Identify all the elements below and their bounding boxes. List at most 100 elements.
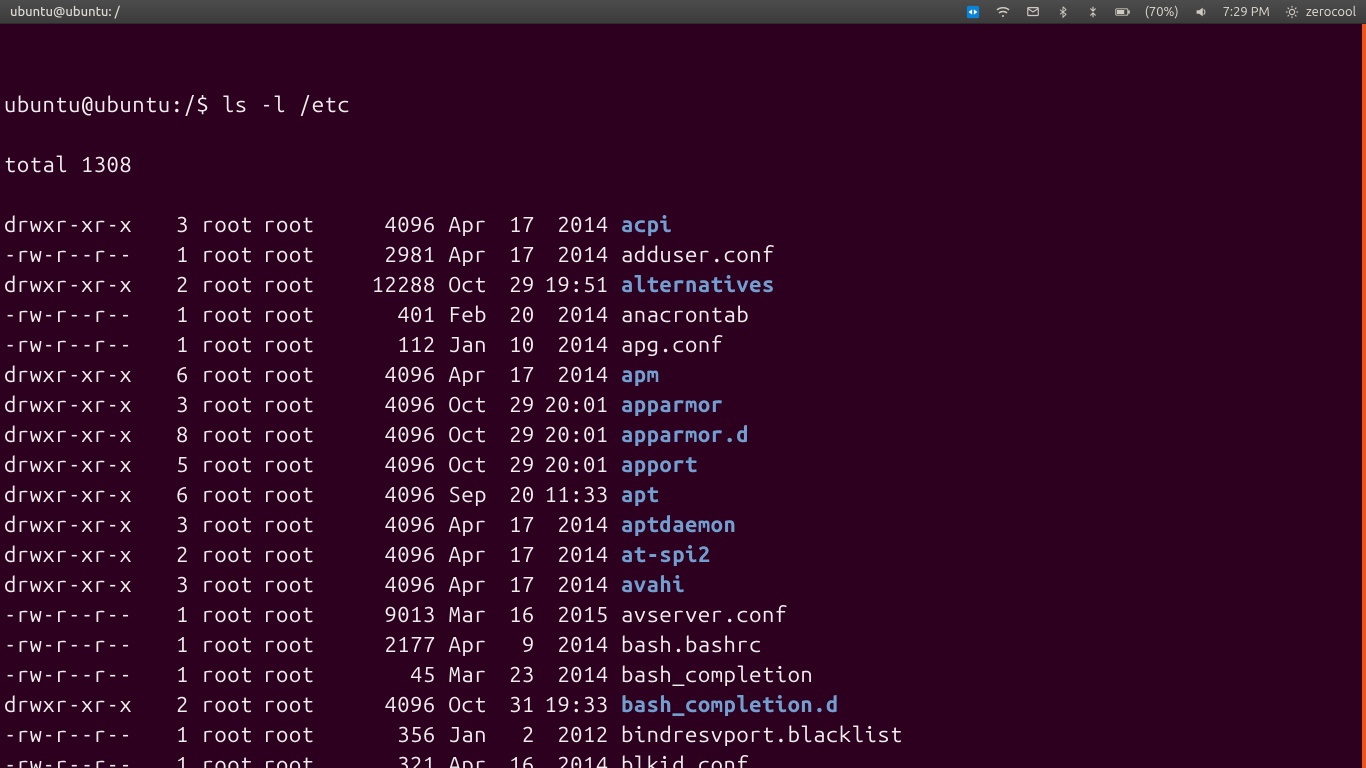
month: Oct <box>449 390 498 420</box>
owner: root <box>202 330 264 360</box>
size: 356 <box>325 720 436 750</box>
scrollbar[interactable] <box>1362 24 1366 768</box>
list-row: -rw-r--r--1 rootroot9013 Mar162015avserv… <box>4 600 1362 630</box>
day: 17 <box>498 540 535 570</box>
nlink: 1 <box>152 660 189 690</box>
size: 4096 <box>325 390 436 420</box>
gear-icon <box>1284 4 1300 20</box>
day: 29 <box>498 270 535 300</box>
owner: root <box>202 210 264 240</box>
owner: root <box>202 240 264 270</box>
day: 16 <box>498 750 535 768</box>
time: 11:33 <box>535 480 609 510</box>
day: 17 <box>498 360 535 390</box>
owner: root <box>202 390 264 420</box>
terminal[interactable]: ubuntu@ubuntu:/$ ls -l /etc total 1308 d… <box>0 24 1366 768</box>
perm: drwxr-xr-x <box>4 420 152 450</box>
nlink: 3 <box>152 510 189 540</box>
list-row: drwxr-xr-x5 rootroot4096 Oct2920:01appor… <box>4 450 1362 480</box>
time: 2014 <box>535 210 609 240</box>
time: 2014 <box>535 240 609 270</box>
month: Oct <box>449 690 498 720</box>
month: Oct <box>449 420 498 450</box>
size: 12288 <box>325 270 436 300</box>
entry-name: avahi <box>609 570 685 600</box>
teamviewer-icon[interactable] <box>965 4 981 20</box>
list-row: drwxr-xr-x3 rootroot4096 Oct2920:01appar… <box>4 390 1362 420</box>
month: Apr <box>449 570 498 600</box>
time: 19:33 <box>535 690 609 720</box>
month: Oct <box>449 450 498 480</box>
perm: drwxr-xr-x <box>4 450 152 480</box>
day: 29 <box>498 420 535 450</box>
group: root <box>263 480 325 510</box>
day: 2 <box>498 720 535 750</box>
time: 19:51 <box>535 270 609 300</box>
size: 4096 <box>325 360 436 390</box>
prompt-userhost: ubuntu@ubuntu <box>4 92 171 117</box>
nlink: 2 <box>152 540 189 570</box>
entry-name: bindresvport.blacklist <box>609 720 903 750</box>
prompt-path: / <box>184 92 197 117</box>
entry-name: adduser.conf <box>609 240 775 270</box>
day: 17 <box>498 510 535 540</box>
entry-name: aptdaemon <box>609 510 737 540</box>
wifi-icon[interactable] <box>995 4 1011 20</box>
entry-name: bash_completion.d <box>609 690 839 720</box>
clock[interactable]: 7:29 PM <box>1223 5 1270 19</box>
time: 2014 <box>535 750 609 768</box>
group: root <box>263 510 325 540</box>
entry-name: apg.conf <box>609 330 724 360</box>
system-tray: (70%) 7:29 PM zerocool <box>965 4 1360 20</box>
perm: drwxr-xr-x <box>4 270 152 300</box>
day: 9 <box>498 630 535 660</box>
list-row: drwxr-xr-x2 rootroot12288 Oct2919:51alte… <box>4 270 1362 300</box>
session-menu[interactable]: zerocool <box>1284 4 1360 20</box>
size: 4096 <box>325 510 436 540</box>
perm: drwxr-xr-x <box>4 360 152 390</box>
owner: root <box>202 600 264 630</box>
size: 401 <box>325 300 436 330</box>
entry-name: anacrontab <box>609 300 750 330</box>
group: root <box>263 570 325 600</box>
nlink: 1 <box>152 300 189 330</box>
time: 2015 <box>535 600 609 630</box>
time: 20:01 <box>535 450 609 480</box>
nlink: 6 <box>152 360 189 390</box>
perm: drwxr-xr-x <box>4 210 152 240</box>
messaging-icon[interactable] <box>1025 4 1041 20</box>
entry-name: bash_completion <box>609 660 814 690</box>
list-row: -rw-r--r--1 rootroot401 Feb202014anacron… <box>4 300 1362 330</box>
list-row: drwxr-xr-x3 rootroot4096 Apr172014aptdae… <box>4 510 1362 540</box>
nlink: 1 <box>152 750 189 768</box>
list-row: drwxr-xr-x2 rootroot4096 Oct3119:33bash_… <box>4 690 1362 720</box>
listing: drwxr-xr-x3 rootroot4096 Apr172014acpi-r… <box>4 210 1362 768</box>
time: 2014 <box>535 510 609 540</box>
owner: root <box>202 750 264 768</box>
group: root <box>263 330 325 360</box>
group: root <box>263 630 325 660</box>
list-row: -rw-r--r--1 rootroot45 Mar232014bash_com… <box>4 660 1362 690</box>
nlink: 1 <box>152 600 189 630</box>
size: 321 <box>325 750 436 768</box>
network-icon[interactable] <box>1085 4 1101 20</box>
owner: root <box>202 690 264 720</box>
day: 20 <box>498 480 535 510</box>
size: 4096 <box>325 480 436 510</box>
battery-icon[interactable] <box>1115 4 1131 20</box>
owner: root <box>202 270 264 300</box>
prompt-sigil: $ <box>196 92 222 117</box>
month: Oct <box>449 270 498 300</box>
time: 20:01 <box>535 420 609 450</box>
owner: root <box>202 420 264 450</box>
perm: drwxr-xr-x <box>4 690 152 720</box>
volume-icon[interactable] <box>1193 4 1209 20</box>
time: 2014 <box>535 540 609 570</box>
battery-percent: (70%) <box>1145 5 1179 19</box>
system-menubar: ubuntu@ubuntu: / (70%) 7:29 PM zeroc <box>0 0 1366 24</box>
username: zerocool <box>1306 5 1356 19</box>
bluetooth-icon[interactable] <box>1055 4 1071 20</box>
entry-name: apm <box>609 360 660 390</box>
owner: root <box>202 540 264 570</box>
perm: -rw-r--r-- <box>4 300 152 330</box>
